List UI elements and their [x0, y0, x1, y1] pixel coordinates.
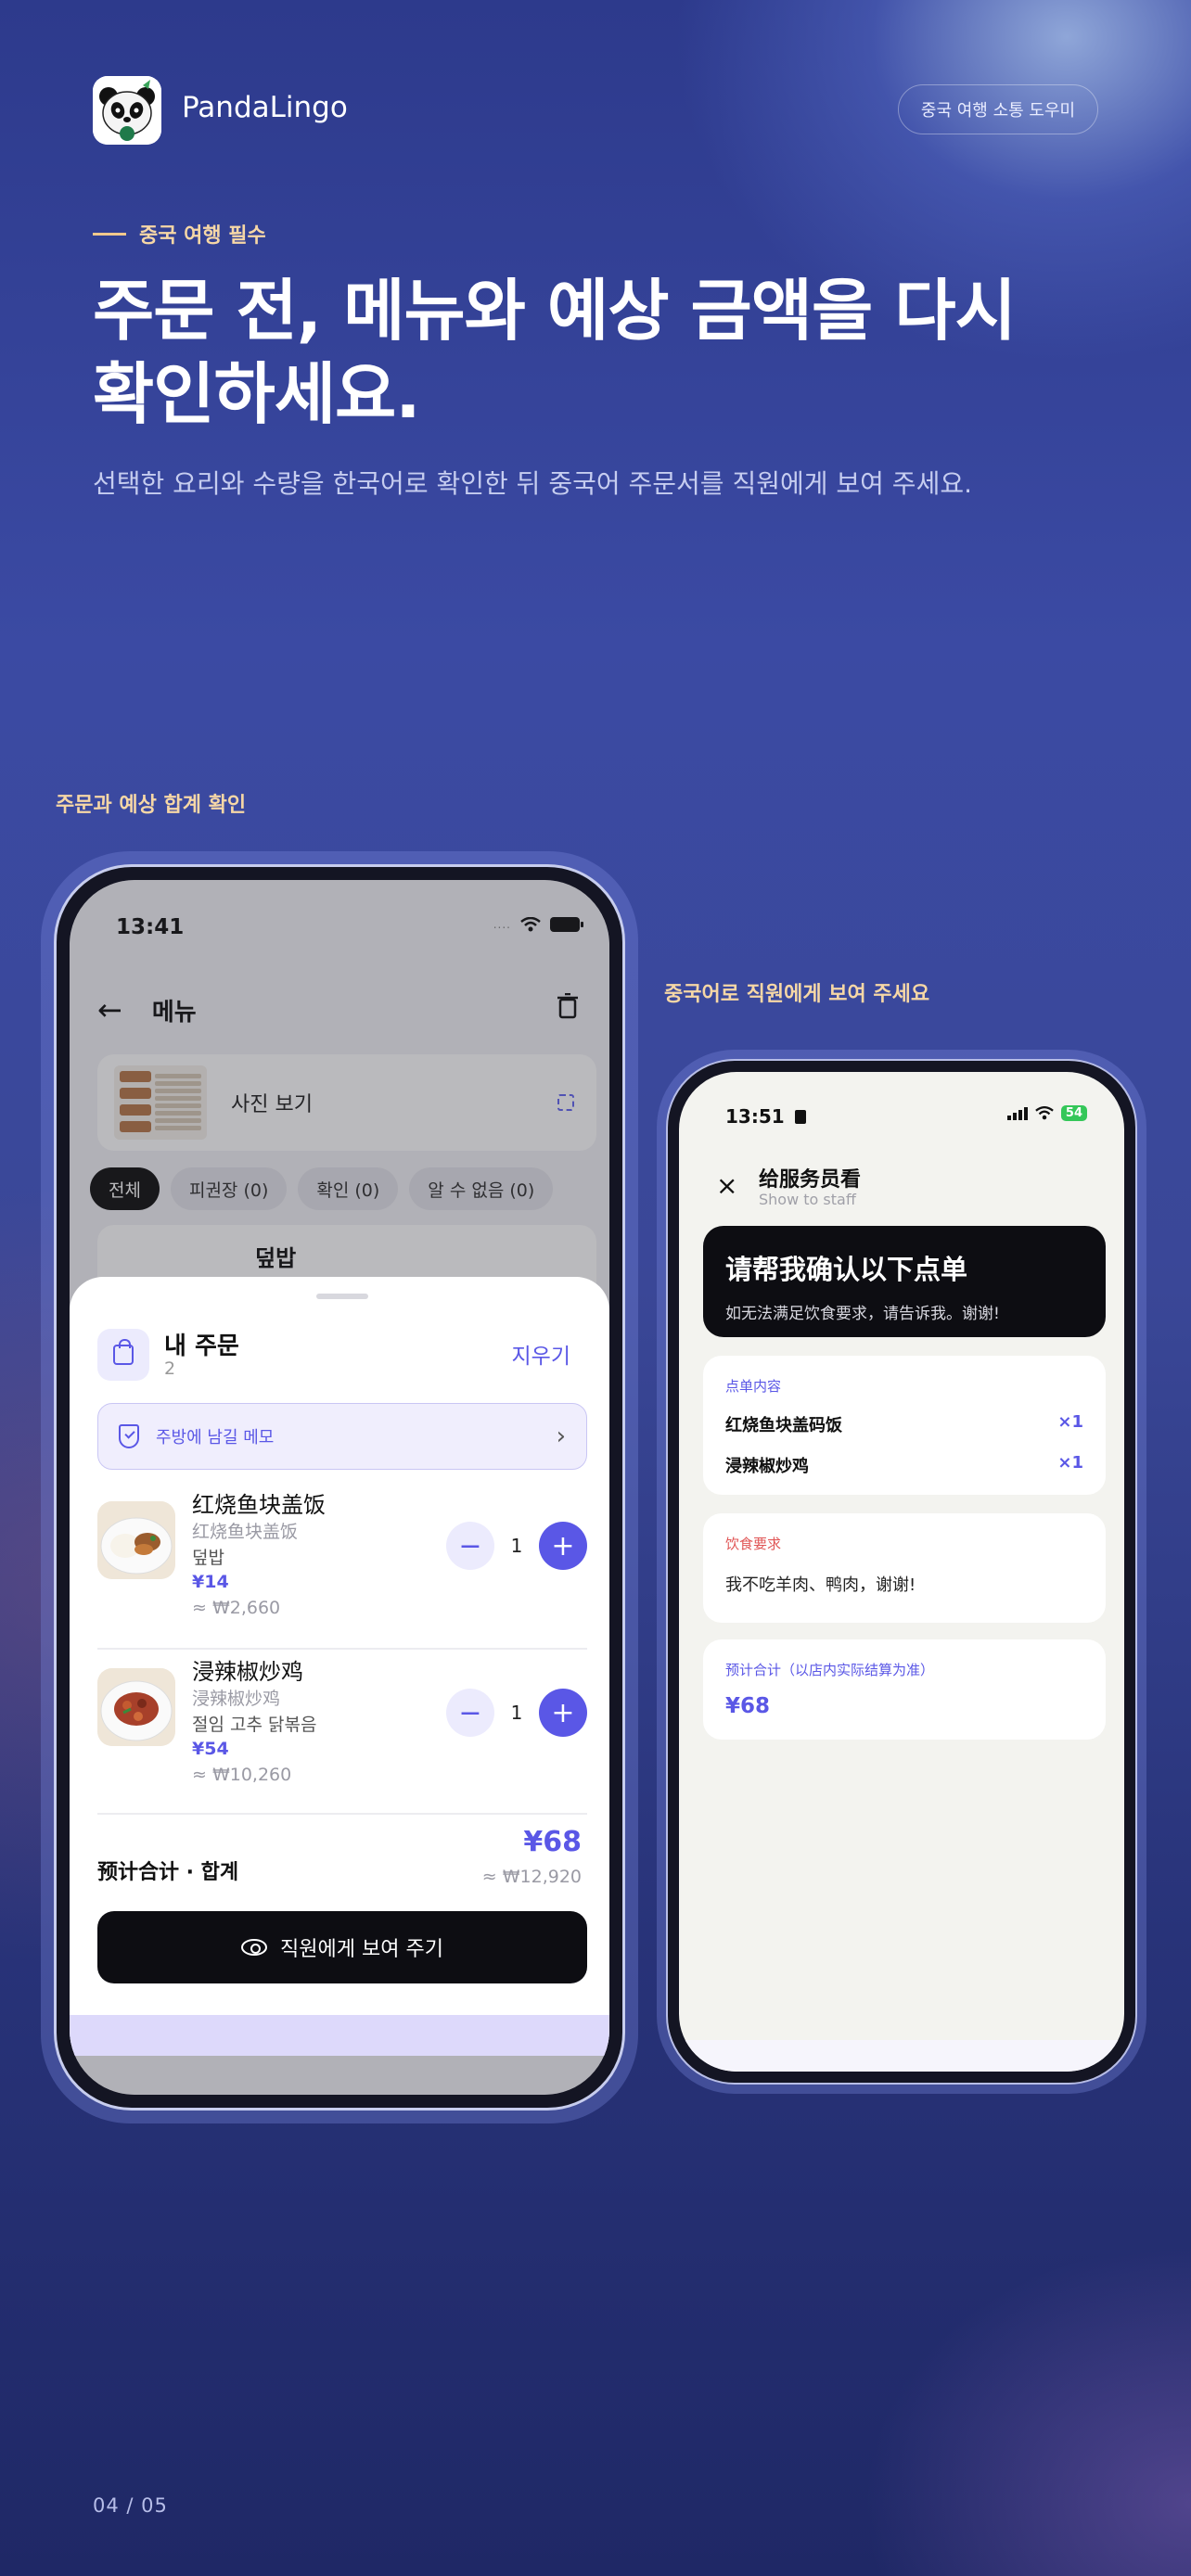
- order-line-qty: ×1: [1057, 1412, 1083, 1432]
- item-price: ¥54: [192, 1739, 229, 1759]
- dish-photo: [97, 1668, 175, 1746]
- eyebrow: 중국 여행 필수: [93, 219, 266, 249]
- item-name-zh: 红烧鱼块盖饭: [192, 1492, 326, 1518]
- order-line: 红烧鱼块盖码饭 ×1: [725, 1412, 1083, 1436]
- quantity-stepper: − 1 +: [446, 1522, 587, 1570]
- hero-subtitle: 如无法满足饮食要求，请告诉我。谢谢!: [725, 1305, 1000, 1323]
- staff-total-label: 预计合计（以店内实际结算为准）: [725, 1662, 935, 1678]
- staff-subtitle: Show to staff: [759, 1191, 856, 1208]
- dish-photo: [97, 1501, 175, 1579]
- total-divider: [97, 1813, 587, 1815]
- item-divider: [97, 1648, 587, 1650]
- total-label: 预计合计 · 합계: [97, 1861, 239, 1884]
- wifi-icon: [1035, 1106, 1054, 1120]
- signal-icon: [1006, 1106, 1028, 1120]
- status-time: 13:51: [725, 1105, 806, 1128]
- total-krw: ≈ ₩12,920: [481, 1867, 582, 1887]
- memo-label: 주방에 남길 메모: [156, 1428, 275, 1447]
- item-name-zh-sub: 红烧鱼块盖饭: [192, 1522, 299, 1542]
- minus-button[interactable]: −: [446, 1689, 494, 1737]
- item-price: ¥14: [192, 1572, 229, 1592]
- eye-icon: [241, 1939, 268, 1956]
- order-line-qty: ×1: [1057, 1453, 1083, 1473]
- clear-button[interactable]: 지우기: [512, 1338, 570, 1370]
- subline: 선택한 요리와 수량을 한국어로 확인한 뒤 중국어 주문서를 직원에게 보여 …: [93, 468, 972, 499]
- screen-left: 13:41 .... ← 메뉴 사진 보기 전체 피권장 (0) 확인 (0) …: [70, 880, 609, 2095]
- plus-button[interactable]: +: [539, 1689, 587, 1737]
- order-line-name: 浸辣椒炒鸡: [725, 1457, 809, 1476]
- shield-check-icon: [119, 1424, 139, 1448]
- chevron-right-icon: ›: [556, 1422, 566, 1450]
- screen-right: 13:51 54 × 给服务员看 Show to staff 请帮我确认以下点单…: [679, 1072, 1124, 2072]
- staff-total-card: 预计合计（以店内实际结算为准） ¥68: [703, 1639, 1106, 1740]
- item-price-krw: ≈ ₩10,260: [192, 1765, 292, 1785]
- quantity-stepper: − 1 +: [446, 1689, 587, 1737]
- diet-label: 饮食要求: [725, 1536, 782, 1552]
- order-content-card: 点单内容 红烧鱼块盖码饭 ×1 浸辣椒炒鸡 ×1: [703, 1356, 1106, 1495]
- eyebrow-text: 중국 여행 필수: [139, 224, 266, 248]
- staff-total-value: ¥68: [725, 1694, 771, 1718]
- order-count: 2: [164, 1358, 176, 1379]
- show-to-staff-button[interactable]: 직원에게 보여 주기: [97, 1911, 587, 1983]
- show-to-staff-label: 직원에게 보여 주기: [280, 1938, 443, 1961]
- order-line: 浸辣椒炒鸡 ×1: [725, 1453, 1083, 1477]
- sheet-bottom-bar: [70, 2015, 609, 2056]
- order-line-name: 红烧鱼块盖码饭: [725, 1416, 842, 1435]
- phone-left: 13:41 .... ← 메뉴 사진 보기 전체 피권장 (0) 확인 (0) …: [54, 864, 625, 2111]
- order-title: 내 주문: [164, 1333, 239, 1360]
- id-card-icon: [794, 1110, 806, 1124]
- item-name-zh-sub: 浸辣椒炒鸡: [192, 1689, 281, 1709]
- total-cny: ¥68: [523, 1826, 582, 1858]
- page-indicator: 04 / 05: [93, 2494, 168, 2517]
- hero-title: 请帮我确认以下点单: [725, 1254, 968, 1285]
- close-icon[interactable]: ×: [716, 1170, 737, 1201]
- shopping-bag-icon: [97, 1329, 149, 1381]
- phone-right: 13:51 54 × 给服务员看 Show to staff 请帮我确认以下点单…: [666, 1059, 1137, 2085]
- app-name: PandaLingo: [182, 91, 348, 124]
- diet-text: 我不吃羊肉、鸭肉，谢谢!: [725, 1575, 916, 1595]
- app-logo: [93, 76, 161, 145]
- order-item: 浸辣椒炒鸡 浸辣椒炒鸡 절임 고추 닭볶음 ¥54 ≈ ₩10,260 − 1 …: [97, 1653, 587, 1820]
- minus-button[interactable]: −: [446, 1522, 494, 1570]
- kitchen-memo-row[interactable]: 주방에 남길 메모 ›: [97, 1403, 587, 1470]
- diet-card: 饮食要求 我不吃羊肉、鸭肉，谢谢!: [703, 1513, 1106, 1623]
- quantity-value: 1: [510, 1535, 523, 1557]
- plus-button[interactable]: +: [539, 1522, 587, 1570]
- eyebrow-line: [93, 232, 126, 236]
- order-header: 내 주문 2 지우기: [97, 1325, 587, 1384]
- order-sheet: 내 주문 2 지우기 주방에 남길 메모 › 红烧鱼块盖饭 红烧鱼块盖饭 덮밥 …: [70, 1277, 609, 2056]
- battery-icon: 54: [1060, 1105, 1087, 1121]
- staff-title: 给服务员看: [759, 1168, 862, 1192]
- headline: 주문 전, 메뉴와 예상 금액을 다시 확인하세요.: [93, 272, 1017, 433]
- caption-right: 중국어로 직원에게 보여 주세요: [664, 983, 930, 1006]
- item-name-zh: 浸辣椒炒鸡: [192, 1659, 303, 1685]
- order-content-label: 点单内容: [725, 1378, 782, 1395]
- panda-icon: [93, 76, 161, 145]
- bottom-bar: [679, 2040, 1124, 2072]
- caption-left: 주문과 예상 합계 확인: [56, 794, 247, 817]
- staff-hero-card: 请帮我确认以下点单 如无法满足饮食要求，请告诉我。谢谢!: [703, 1226, 1106, 1337]
- status-icons: 54: [1006, 1105, 1087, 1121]
- item-price-krw: ≈ ₩2,660: [192, 1598, 281, 1618]
- tag-pill: 중국 여행 소통 도우미: [898, 84, 1098, 134]
- sheet-grabber[interactable]: [316, 1294, 368, 1299]
- item-name-ko: 덮밥: [192, 1548, 224, 1568]
- order-item: 红烧鱼块盖饭 红烧鱼块盖饭 덮밥 ¥14 ≈ ₩2,660 − 1 +: [97, 1486, 587, 1653]
- quantity-value: 1: [510, 1702, 523, 1724]
- item-name-ko: 절임 고추 닭볶음: [192, 1715, 317, 1735]
